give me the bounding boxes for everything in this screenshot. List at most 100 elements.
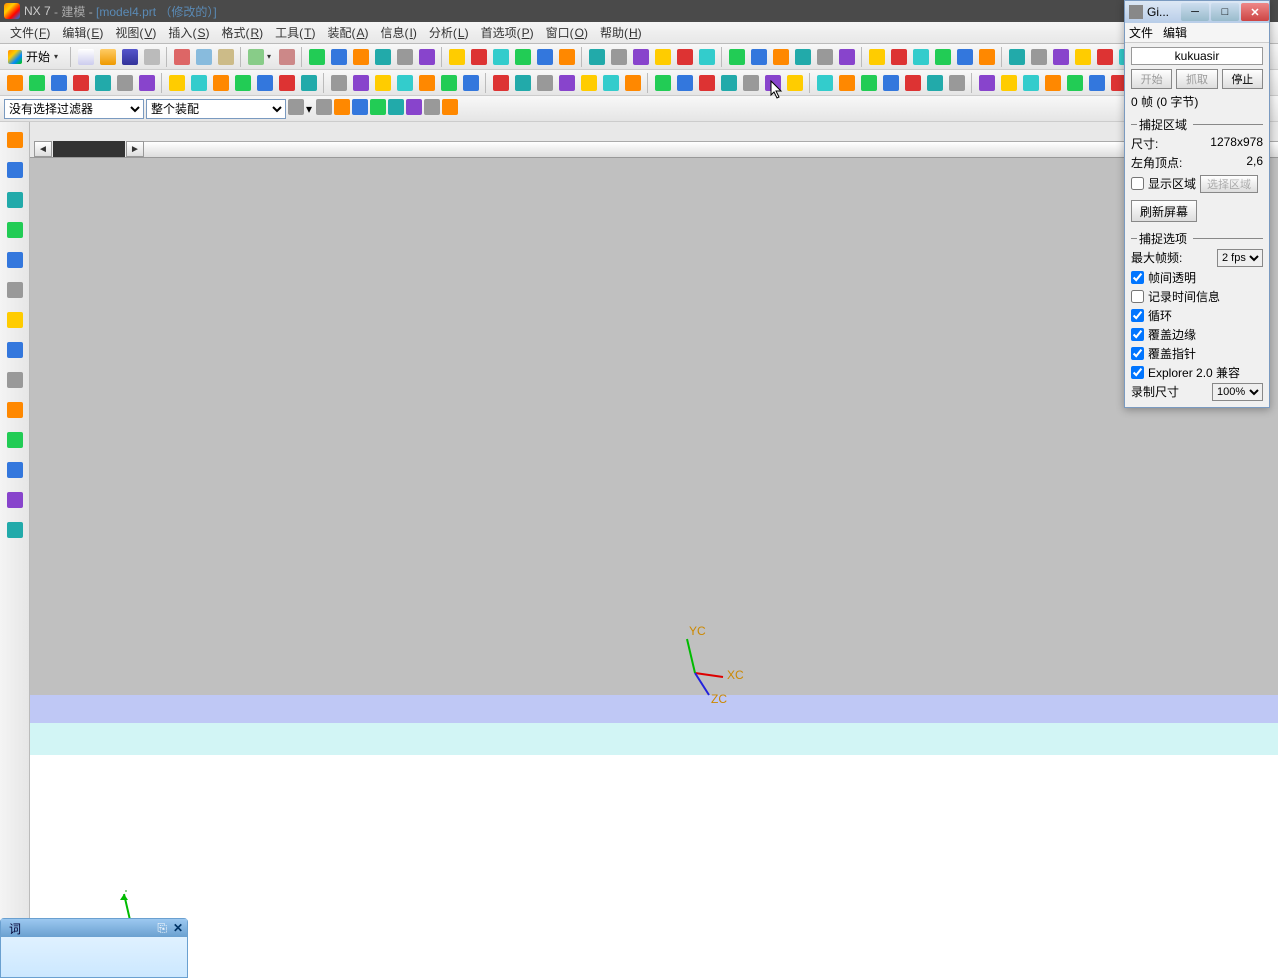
tool-btn-r2-35[interactable]	[815, 73, 835, 93]
max-fps-select[interactable]: 2 fps	[1217, 249, 1263, 267]
left-tab-12[interactable]	[4, 486, 26, 514]
opt-record-time[interactable]: 记录时间信息	[1131, 288, 1263, 305]
gif-menu-edit[interactable]: 编辑	[1163, 24, 1187, 41]
tool-btn-r2-19[interactable]	[439, 73, 459, 93]
tool-btn-r1-25[interactable]	[889, 47, 909, 67]
left-tab-7[interactable]	[4, 336, 26, 364]
sel-tool-3[interactable]	[334, 99, 350, 118]
copy-button[interactable]	[194, 47, 214, 67]
tool-btn-r2-39[interactable]	[903, 73, 923, 93]
menu-analysis[interactable]: 分析(L)	[423, 22, 475, 43]
tool-btn-r2-42[interactable]	[977, 73, 997, 93]
menu-edit[interactable]: 编辑(E)	[56, 22, 109, 43]
left-tab-13[interactable]	[4, 516, 26, 544]
tool-btn-r2-10[interactable]	[233, 73, 253, 93]
left-tab-9[interactable]	[4, 396, 26, 424]
tool-btn-r1-22[interactable]	[815, 47, 835, 67]
opt-cover-cursor[interactable]: 覆盖指针	[1131, 345, 1263, 362]
sel-tool-1[interactable]	[288, 99, 304, 118]
tool-btn-r2-45[interactable]	[1043, 73, 1063, 93]
sel-tool-4[interactable]	[352, 99, 368, 118]
tool-btn-r1-26[interactable]	[911, 47, 931, 67]
open-button[interactable]	[98, 47, 118, 67]
tool-btn-r1-14[interactable]	[631, 47, 651, 67]
tool-btn-r1-10[interactable]	[535, 47, 555, 67]
tool-btn-r2-31[interactable]	[719, 73, 739, 93]
tool-btn-r1-15[interactable]	[653, 47, 673, 67]
tool-btn-r2-44[interactable]	[1021, 73, 1041, 93]
tool-btn-r2-22[interactable]	[513, 73, 533, 93]
select-region-button[interactable]: 选择区域	[1200, 175, 1258, 193]
menu-assembly[interactable]: 装配(A)	[322, 22, 375, 43]
tool-btn-r2-30[interactable]	[697, 73, 717, 93]
tool-btn-r1-8[interactable]	[491, 47, 511, 67]
tool-btn-r2-34[interactable]	[785, 73, 805, 93]
menu-view[interactable]: 视图(V)	[109, 22, 162, 43]
tab-scroll-right[interactable]: ►	[126, 141, 144, 157]
close-icon[interactable]: ✕	[173, 921, 183, 935]
tool-btn-r2-32[interactable]	[741, 73, 761, 93]
gif-titlebar[interactable]: Gi... ─ □ ✕	[1125, 1, 1269, 23]
tool-btn-r1-9[interactable]	[513, 47, 533, 67]
menu-prefs[interactable]: 首选项(P)	[475, 22, 540, 43]
undo-button[interactable]	[246, 47, 266, 67]
gif-stop-button[interactable]: 停止	[1222, 69, 1263, 89]
opt-frame-alpha[interactable]: 帧间透明	[1131, 269, 1263, 286]
tool-btn-r1-0[interactable]	[307, 47, 327, 67]
tool-btn-r2-3[interactable]	[71, 73, 91, 93]
tool-btn-r2-41[interactable]	[947, 73, 967, 93]
tool-btn-r2-15[interactable]	[351, 73, 371, 93]
tool-btn-r2-7[interactable]	[167, 73, 187, 93]
pin-icon[interactable]: ⎘	[157, 921, 167, 936]
left-tab-6[interactable]	[4, 306, 26, 334]
sel-tool-7[interactable]	[406, 99, 422, 118]
selection-filter-select[interactable]: 没有选择过滤器	[4, 99, 144, 119]
tool-btn-r1-32[interactable]	[1051, 47, 1071, 67]
tool-btn-r2-33[interactable]	[763, 73, 783, 93]
tool-btn-r1-29[interactable]	[977, 47, 997, 67]
tool-btn-r2-37[interactable]	[859, 73, 879, 93]
tool-btn-r1-23[interactable]	[837, 47, 857, 67]
tool-btn-r2-14[interactable]	[329, 73, 349, 93]
left-tab-4[interactable]	[4, 246, 26, 274]
tool-btn-r2-9[interactable]	[211, 73, 231, 93]
sel-tool-9[interactable]	[442, 99, 458, 118]
tool-btn-r1-16[interactable]	[675, 47, 695, 67]
tool-btn-r2-5[interactable]	[115, 73, 135, 93]
tool-btn-r1-12[interactable]	[587, 47, 607, 67]
maximize-button[interactable]: □	[1211, 3, 1239, 21]
tool-btn-r1-21[interactable]	[793, 47, 813, 67]
left-tab-3[interactable]	[4, 216, 26, 244]
tool-btn-r2-43[interactable]	[999, 73, 1019, 93]
sel-tool-8[interactable]	[424, 99, 440, 118]
menu-window[interactable]: 窗口(O)	[540, 22, 594, 43]
tool-btn-r2-20[interactable]	[461, 73, 481, 93]
refresh-button[interactable]: 刷新屏幕	[1131, 200, 1197, 222]
tool-btn-r2-12[interactable]	[277, 73, 297, 93]
minimize-button[interactable]: ─	[1181, 3, 1209, 21]
new-button[interactable]	[76, 47, 96, 67]
close-button[interactable]: ✕	[1241, 3, 1269, 21]
tool-btn-r2-25[interactable]	[579, 73, 599, 93]
menu-info[interactable]: 信息(I)	[375, 22, 423, 43]
sel-tool-6[interactable]	[388, 99, 404, 118]
opt-explorer[interactable]: Explorer 2.0 兼容	[1131, 364, 1263, 381]
sel-tool-5[interactable]	[370, 99, 386, 118]
tool-btn-r1-13[interactable]	[609, 47, 629, 67]
tool-btn-r2-24[interactable]	[557, 73, 577, 93]
tool-btn-r2-27[interactable]	[623, 73, 643, 93]
left-tab-5[interactable]	[4, 276, 26, 304]
print-button[interactable]	[142, 47, 162, 67]
tool-btn-r2-8[interactable]	[189, 73, 209, 93]
tool-btn-r1-20[interactable]	[771, 47, 791, 67]
tool-btn-r1-6[interactable]	[447, 47, 467, 67]
tool-btn-r1-33[interactable]	[1073, 47, 1093, 67]
menu-insert[interactable]: 插入(S)	[162, 22, 215, 43]
tool-btn-r1-28[interactable]	[955, 47, 975, 67]
tool-btn-r1-5[interactable]	[417, 47, 437, 67]
tool-btn-r1-1[interactable]	[329, 47, 349, 67]
opt-cover-edge[interactable]: 覆盖边缘	[1131, 326, 1263, 343]
tool-btn-r2-18[interactable]	[417, 73, 437, 93]
tool-btn-r2-6[interactable]	[137, 73, 157, 93]
tool-btn-r2-0[interactable]	[5, 73, 25, 93]
